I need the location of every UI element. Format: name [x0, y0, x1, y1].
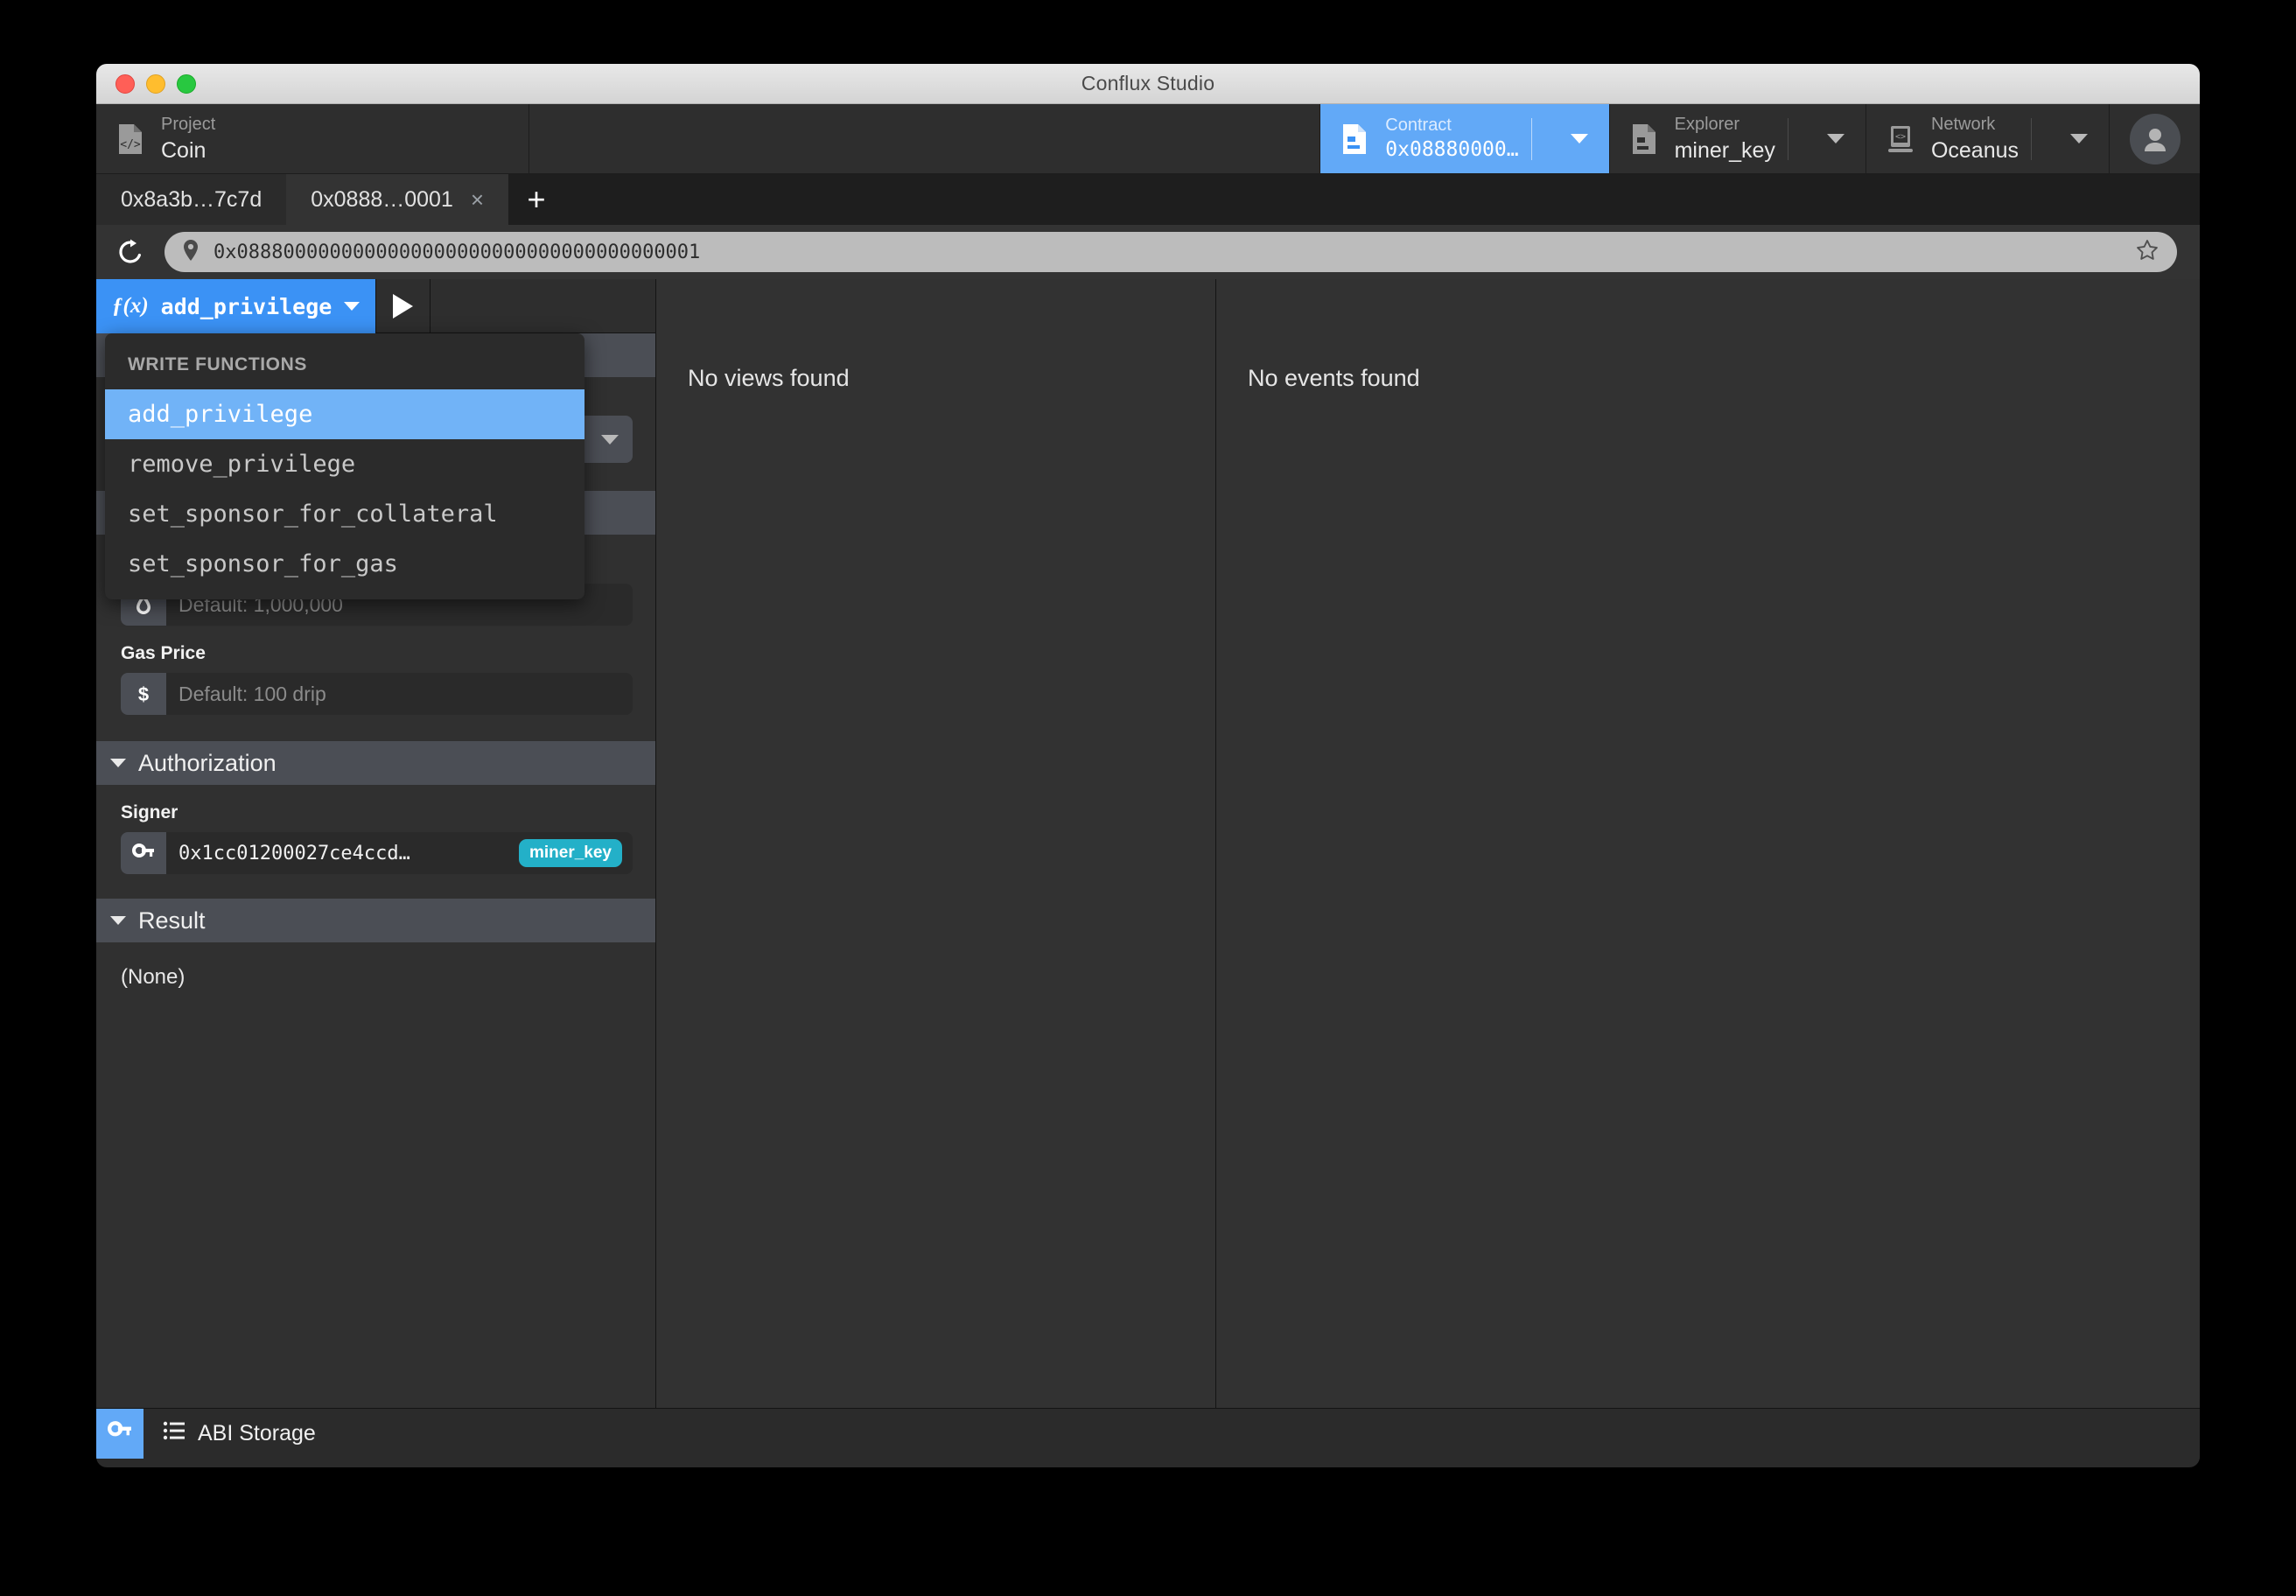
chevron-down-icon [344, 302, 360, 311]
result-section-header[interactable]: Result [96, 899, 655, 942]
toolbar-explorer[interactable]: Explorer miner_key [1609, 104, 1806, 173]
authorization-section-title: Authorization [138, 750, 276, 777]
status-abi-storage-label: ABI Storage [198, 1421, 316, 1446]
svg-text:<>: <> [1895, 132, 1906, 142]
browser-tab-title: 0x0888…0001 [311, 187, 453, 213]
toolbar-network-label: Network [1931, 114, 2019, 135]
function-icon: ƒ(x) [112, 294, 149, 318]
run-function-button[interactable] [376, 279, 430, 332]
gas-price-field[interactable]: $ Default: 100 drip [121, 673, 633, 715]
key-icon [121, 832, 166, 874]
result-value: (None) [96, 942, 655, 990]
toolbar-account[interactable] [2109, 104, 2200, 173]
toolbar-contract-separator [1531, 118, 1532, 160]
function-toolbar-filler [430, 279, 655, 332]
dropdown-item-remove-privilege[interactable]: remove_privilege [105, 439, 584, 489]
address-input-wrapper[interactable]: 0x08880000000000000000000000000000000000… [164, 232, 2177, 272]
views-empty-message: No views found [656, 279, 1215, 392]
views-panel: No views found [656, 279, 1216, 1408]
device-code-icon: <> [1886, 124, 1915, 154]
location-pin-icon [182, 239, 200, 266]
window-title-bar: Conflux Studio [96, 64, 2200, 104]
code-file-icon: </> [116, 123, 145, 155]
toolbar-network-value: Oceanus [1931, 137, 2019, 164]
contract-interaction-panel: ƒ(x) add_privilege [96, 279, 656, 1408]
result-section-title: Result [138, 907, 206, 934]
list-icon [163, 1421, 186, 1446]
chevron-down-icon [1571, 134, 1588, 144]
toolbar-contract-value: 0x08880000… [1385, 138, 1518, 163]
dropdown-item-set-sponsor-for-gas[interactable]: set_sponsor_for_gas [105, 539, 584, 589]
browser-tab-0[interactable]: 0x8a3b…7c7d [96, 174, 286, 225]
dropdown-item-add-privilege[interactable]: add_privilege [105, 389, 584, 439]
toolbar-network[interactable]: <> Network Oceanus [1866, 104, 2049, 173]
dropdown-group-title: WRITE FUNCTIONS [105, 339, 584, 389]
events-panel: No events found [1216, 279, 2200, 1408]
toolbar-network-dropdown[interactable] [2049, 104, 2109, 173]
toolbar-project-value: Coin [161, 137, 215, 164]
contract-file-icon [1340, 123, 1369, 155]
gas-price-input[interactable]: Default: 100 drip [166, 682, 633, 706]
gas-price-row: $ Default: 100 drip [96, 673, 655, 715]
browser-tab-title: 0x8a3b…7c7d [121, 187, 262, 213]
toolbar-project[interactable]: </> Project Coin [96, 104, 529, 173]
close-tab-icon[interactable]: × [471, 188, 484, 211]
toolbar-contract-label: Contract [1385, 115, 1518, 136]
reload-icon[interactable] [112, 238, 149, 266]
toolbar-contract-dropdown[interactable] [1550, 104, 1609, 173]
toolbar-project-label: Project [161, 114, 215, 135]
function-selector-button[interactable]: ƒ(x) add_privilege [96, 279, 376, 333]
browser-tab-1[interactable]: 0x0888…0001 × [286, 174, 508, 225]
window-title: Conflux Studio [96, 72, 2200, 95]
toolbar-spacer [529, 104, 1320, 173]
signer-row: 0x1cc01200027ce4ccd… miner_key [96, 832, 655, 874]
app-toolbar: </> Project Coin Contract 0x08880000… [96, 104, 2200, 174]
status-abi-storage-button[interactable]: ABI Storage [144, 1409, 335, 1459]
svg-text:</>: </> [120, 138, 141, 151]
chevron-down-icon [2070, 134, 2088, 144]
function-toolbar: ƒ(x) add_privilege [96, 279, 655, 333]
star-outline-icon[interactable] [2135, 238, 2160, 267]
status-key-button[interactable] [96, 1409, 144, 1459]
spacer [96, 874, 655, 899]
signer-field[interactable]: 0x1cc01200027ce4ccd… miner_key [121, 832, 633, 874]
play-icon [393, 294, 413, 318]
gas-price-label: Gas Price [96, 626, 655, 673]
events-empty-message: No events found [1216, 279, 2200, 392]
browser-tab-strip: 0x8a3b…7c7d 0x0888…0001 × + [96, 174, 2200, 225]
main-body: ƒ(x) add_privilege [96, 279, 2200, 1408]
toolbar-explorer-value: miner_key [1675, 137, 1775, 164]
function-dropdown-menu: WRITE FUNCTIONS add_privilege remove_pri… [105, 333, 584, 599]
toolbar-network-separator [2031, 118, 2032, 160]
spacer [96, 715, 655, 741]
chevron-down-icon [601, 435, 619, 444]
toolbar-explorer-label: Explorer [1675, 114, 1775, 135]
dollar-icon: $ [121, 673, 166, 715]
signer-label: Signer [96, 785, 655, 832]
status-bar: ABI Storage [96, 1408, 2200, 1459]
user-avatar-icon [2130, 114, 2180, 164]
key-icon [108, 1420, 132, 1447]
triangle-down-icon [110, 916, 126, 925]
new-tab-button[interactable]: + [508, 174, 564, 225]
triangle-down-icon [110, 759, 126, 767]
signer-chip: miner_key [519, 839, 622, 867]
function-selector-value: add_privilege [161, 294, 332, 319]
dropdown-item-set-sponsor-for-collateral[interactable]: set_sponsor_for_collateral [105, 489, 584, 539]
toolbar-explorer-dropdown[interactable] [1806, 104, 1866, 173]
toolbar-contract[interactable]: Contract 0x08880000… [1320, 104, 1549, 173]
signer-address: 0x1cc01200027ce4ccd… [166, 843, 519, 864]
svg-text:$: $ [138, 683, 149, 705]
explorer-file-icon [1629, 123, 1659, 155]
authorization-section-header[interactable]: Authorization [96, 741, 655, 785]
address-bar: 0x08880000000000000000000000000000000000… [96, 225, 2200, 279]
chevron-down-icon [1827, 134, 1844, 144]
address-input[interactable]: 0x08880000000000000000000000000000000000… [214, 242, 2121, 263]
app-window: Conflux Studio </> Project Coin [96, 64, 2200, 1467]
